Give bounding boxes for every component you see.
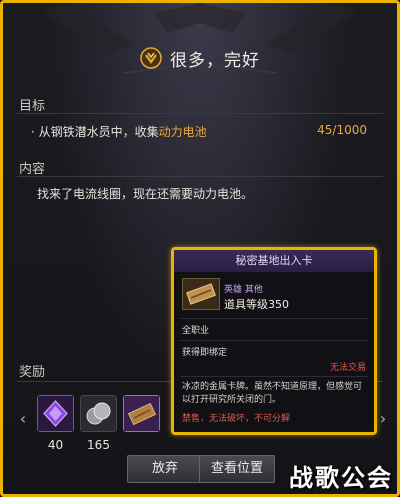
quest-dialog: 很多，完好 目标 · 从钢铁潜水员中，收集动力电池 45/1000 内容 找来了… — [0, 0, 400, 497]
purple-crystal-icon — [38, 396, 73, 431]
reward-slot-silver-coins[interactable] — [80, 395, 117, 432]
watermark-logo: 战歌公会 — [289, 464, 393, 492]
reward-slot-access-card[interactable] — [123, 395, 160, 432]
reward-count: 165 — [87, 438, 110, 452]
content-text: 找来了电流线圈，现在还需要动力电池。 — [37, 187, 254, 201]
divider — [180, 340, 368, 341]
reward-label: 奖励 — [19, 365, 46, 380]
tooltip-class: 全职业 — [182, 326, 210, 336]
divider — [17, 176, 383, 177]
silver-coins-icon — [81, 396, 116, 431]
reward-slot-purple-crystal[interactable] — [37, 395, 74, 432]
quest-emblem-icon — [140, 47, 162, 69]
objective-text: · 从钢铁潜水员中，收集动力电池 — [31, 123, 207, 140]
reward-prev-arrow-icon[interactable]: ‹ — [17, 409, 29, 429]
objective-row: · 从钢铁潜水员中，收集动力电池 45/1000 — [31, 123, 367, 140]
divider — [17, 113, 383, 114]
tooltip-no-trade: 无法交易 — [329, 363, 366, 373]
abandon-button[interactable]: 放弃 — [127, 455, 203, 483]
divider — [180, 318, 368, 319]
dialog-title-bar: 很多，完好 — [3, 43, 397, 73]
reward-next-arrow-icon[interactable]: › — [377, 409, 389, 429]
objective-target-item: 动力电池 — [158, 125, 207, 139]
tooltip-item-level: 道具等级350 — [224, 298, 289, 311]
tooltip-restrictions: 禁售，无法破坏，不可分解 — [182, 414, 291, 424]
objective-label: 目标 — [19, 99, 46, 114]
objective-progress: 45/1000 — [317, 123, 367, 137]
view-location-button[interactable]: 查看位置 — [199, 455, 275, 483]
content-label: 内容 — [19, 162, 46, 177]
tooltip-description: 冰凉的金属卡牌。虽然不知道原理，但感觉可以打开研究所关闭的门。 — [182, 382, 363, 405]
reward-count: 40 — [47, 438, 64, 452]
dialog-title: 很多，完好 — [170, 50, 260, 71]
tooltip-item-row: 英雄 其他 道具等级350 — [174, 272, 374, 318]
objective-text-prefix: · 从钢铁潜水员中，收集 — [31, 125, 159, 139]
tooltip-tags: 英雄 其他 — [224, 285, 263, 295]
item-tooltip: 秘密基地出入卡 英雄 其他 道具等级350 全职业 获得即绑定 无法交易 冰凉的… — [171, 247, 377, 435]
access-card-icon — [182, 278, 220, 310]
tooltip-title: 秘密基地出入卡 — [174, 250, 374, 272]
divider — [180, 376, 368, 377]
access-card-icon — [124, 396, 159, 431]
tooltip-bind: 获得即绑定 — [182, 348, 228, 358]
